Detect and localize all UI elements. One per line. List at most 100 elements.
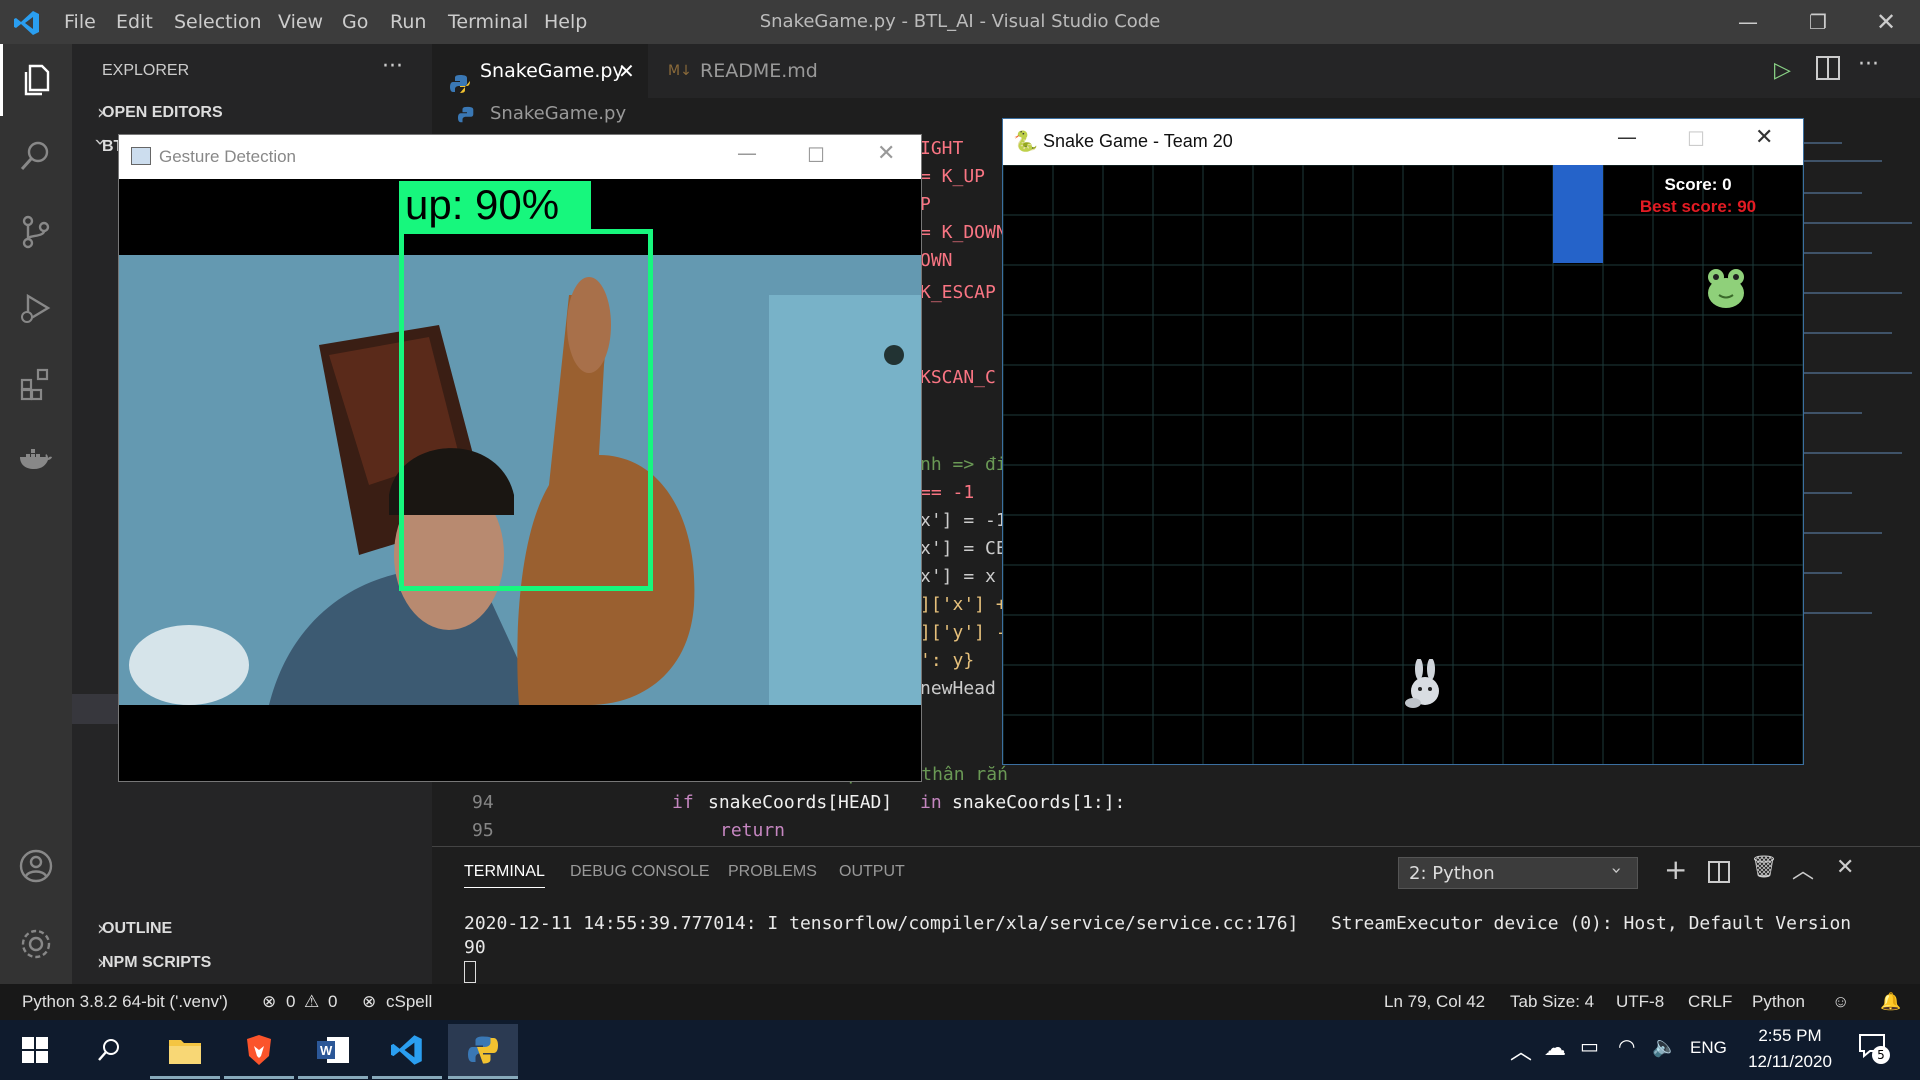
tab-output[interactable]: OUTPUT	[839, 863, 905, 881]
word-icon[interactable]: W	[298, 1024, 368, 1079]
close-tab-icon[interactable]: ✕	[618, 44, 635, 98]
clock-time[interactable]: 2:55 PM	[1752, 1026, 1828, 1046]
minimize-button[interactable]: —	[1617, 125, 1637, 149]
menu-edit[interactable]: Edit	[116, 0, 153, 44]
file-explorer-icon[interactable]	[150, 1024, 220, 1079]
menu-terminal[interactable]: Terminal	[448, 0, 528, 44]
python-taskbar-icon[interactable]	[448, 1024, 518, 1079]
panel: TERMINAL DEBUG CONSOLE PROBLEMS OUTPUT 2…	[432, 846, 1920, 985]
wifi-icon[interactable]: ◠	[1618, 1034, 1635, 1058]
code-fragment: x'] = -1	[920, 510, 1007, 531]
source-control-activity[interactable]	[0, 196, 72, 268]
svg-text:W: W	[320, 1043, 333, 1058]
menu-run[interactable]: Run	[390, 0, 426, 44]
maximize-panel-icon[interactable]: ︿	[1792, 853, 1814, 885]
vscode-taskbar-icon[interactable]	[372, 1024, 442, 1079]
accounts-activity[interactable]	[0, 830, 72, 902]
minimize-button[interactable]: —	[1720, 0, 1776, 44]
more-actions-icon[interactable]: ···	[382, 54, 403, 79]
gesture-window-titlebar[interactable]: Gesture Detection — ☐ ✕	[119, 135, 921, 179]
snake-body	[1553, 165, 1603, 263]
npm-scripts-section[interactable]: NPM SCRIPTS	[102, 954, 211, 972]
python-interpreter[interactable]: Python 3.8.2 64-bit ('.venv')	[22, 984, 228, 1020]
snake-window-titlebar[interactable]: 🐍 Snake Game - Team 20 — ☐ ✕	[1003, 119, 1803, 165]
tab-debug-console[interactable]: DEBUG CONSOLE	[570, 863, 710, 881]
trash-icon[interactable]: 🗑	[1750, 855, 1778, 880]
code-fragment: ': y}	[920, 650, 975, 671]
volume-icon[interactable]: 🔈	[1652, 1034, 1677, 1058]
search-icon	[20, 141, 49, 171]
best-score-text: Best score: 90	[1639, 197, 1757, 216]
tab-problems[interactable]: PROBLEMS	[728, 863, 817, 881]
brave-browser-icon[interactable]	[224, 1024, 294, 1079]
search-icon[interactable]	[74, 1024, 144, 1076]
terminal-select-value: 2: Python	[1409, 863, 1495, 884]
manage-activity[interactable]	[0, 908, 72, 980]
docker-activity[interactable]	[0, 424, 72, 496]
bell-icon[interactable]: 🔔	[1880, 984, 1901, 1020]
tab-terminal[interactable]: TERMINAL	[464, 863, 545, 888]
breadcrumb-file[interactable]: SnakeGame.py	[490, 103, 626, 124]
maximize-button[interactable]: ☐	[807, 143, 825, 167]
windows-start-icon[interactable]	[0, 1024, 70, 1076]
notification-center-icon[interactable]: 5	[1858, 1032, 1890, 1064]
run-python-icon[interactable]: ▷	[1774, 58, 1791, 83]
menu-help[interactable]: Help	[544, 0, 587, 44]
split-terminal-icon[interactable]	[1708, 861, 1730, 883]
cspell-label[interactable]: cSpell	[386, 984, 432, 1020]
battery-icon[interactable]: ▭	[1580, 1034, 1599, 1058]
language-mode[interactable]: Python	[1752, 984, 1805, 1020]
error-count[interactable]: 0	[286, 984, 295, 1020]
rabbit-icon	[1403, 658, 1447, 709]
code-fragment: OWN	[920, 250, 953, 271]
extensions-activity[interactable]	[0, 348, 72, 420]
close-panel-icon[interactable]: ✕	[1836, 855, 1854, 880]
snake-window-title: Snake Game - Team 20	[1043, 131, 1233, 151]
close-button[interactable]: ✕	[1858, 0, 1914, 44]
vscode-logo-icon	[14, 11, 39, 35]
line-ending[interactable]: CRLF	[1688, 984, 1732, 1020]
menu-go[interactable]: Go	[342, 0, 368, 44]
tab-readme[interactable]: M↓ README.md	[648, 44, 828, 98]
menu-file[interactable]: File	[64, 0, 96, 44]
input-language[interactable]: ENG	[1690, 1038, 1727, 1058]
close-button[interactable]: ✕	[1755, 125, 1773, 150]
pygame-icon: 🐍	[1013, 129, 1038, 153]
score-text: Score: 0	[1664, 175, 1732, 194]
warning-icon[interactable]: ⚠	[304, 984, 319, 1020]
outline-section[interactable]: OUTLINE	[102, 920, 172, 938]
onedrive-icon[interactable]: ☁	[1544, 1036, 1566, 1061]
terminal-select[interactable]: 2: Python ›	[1398, 857, 1638, 889]
code-text: snakeCoords[1:]:	[952, 792, 1126, 813]
markdown-file-icon: M↓	[668, 63, 692, 79]
open-editors-section[interactable]: OPEN EDITORS	[102, 104, 223, 122]
notification-badge: 5	[1872, 1046, 1890, 1064]
code-keyword: return	[720, 820, 786, 841]
cursor-position[interactable]: Ln 79, Col 42	[1384, 984, 1485, 1020]
snake-game-window: 🐍 Snake Game - Team 20 — ☐ ✕ Score: 0 Be…	[1002, 118, 1804, 765]
search-activity[interactable]	[0, 120, 72, 192]
code-fragment: newHead	[920, 678, 996, 699]
close-button[interactable]: ✕	[877, 141, 895, 166]
run-debug-activity[interactable]	[0, 272, 72, 344]
tray-chevron-icon[interactable]: ︿	[1510, 1034, 1532, 1066]
encoding[interactable]: UTF-8	[1616, 984, 1664, 1020]
menu-selection[interactable]: Selection	[174, 0, 262, 44]
tab-size[interactable]: Tab Size: 4	[1510, 984, 1594, 1020]
feedback-icon[interactable]: ☺	[1832, 984, 1849, 1020]
terminal-cursor[interactable]	[464, 961, 476, 983]
restore-button[interactable]: ❐	[1790, 0, 1846, 44]
new-terminal-icon[interactable]: +	[1664, 853, 1687, 886]
minimize-button[interactable]: —	[737, 141, 757, 165]
code-text: snakeCoords[HEAD]	[708, 792, 893, 813]
cspell-icon[interactable]: ⊗	[362, 984, 376, 1020]
error-icon[interactable]: ⊗	[262, 984, 276, 1020]
warning-count[interactable]: 0	[328, 984, 337, 1020]
tab-snakegame[interactable]: SnakeGame.py ✕	[432, 44, 648, 98]
explorer-activity[interactable]	[0, 44, 72, 116]
split-editor-icon[interactable]	[1816, 56, 1840, 80]
account-icon	[19, 849, 53, 883]
clock-date[interactable]: 12/11/2020	[1742, 1052, 1838, 1072]
menu-view[interactable]: View	[278, 0, 323, 44]
editor-more-icon[interactable]: ···	[1858, 52, 1879, 77]
